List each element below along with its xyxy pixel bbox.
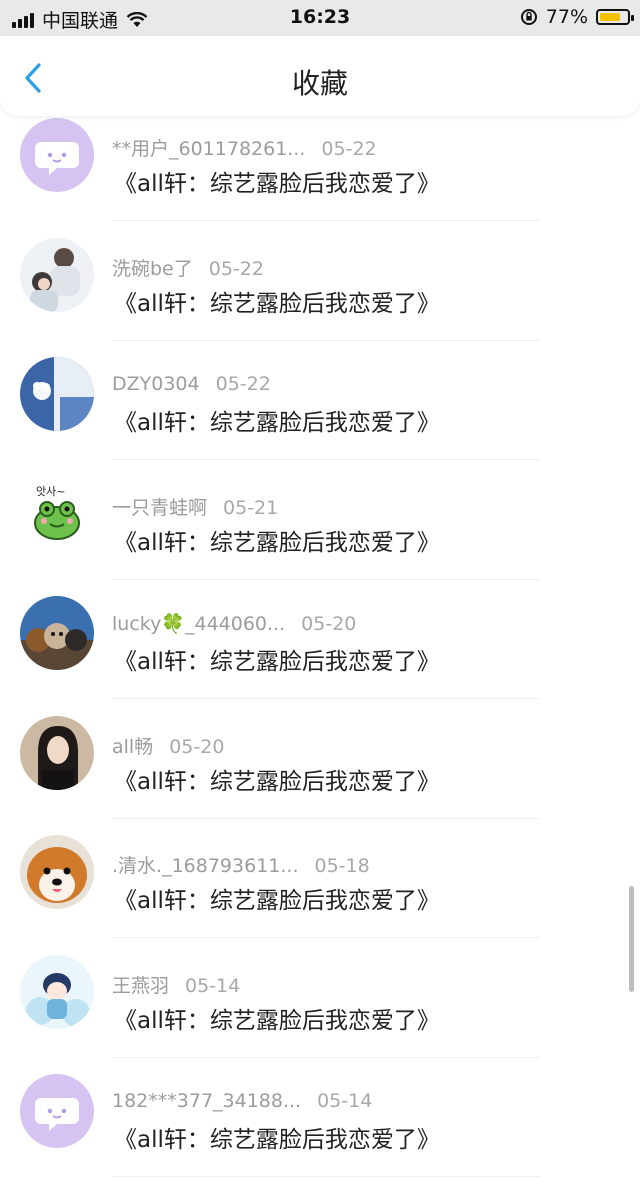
date-label: 05-22	[215, 373, 271, 395]
list-item[interactable]: lucky🍀_444060... 05-20 《all轩：综艺露脸后我恋爱了》	[0, 594, 640, 714]
favorite-list: **用户_601178261... 05-22 《all轩：综艺露脸后我恋爱了》 洗碗…	[0, 96, 640, 1177]
date-label: 05-18	[314, 855, 370, 877]
book-title[interactable]: 《all轩：综艺露脸后我恋爱了》	[114, 284, 440, 318]
book-title[interactable]: 《all轩：综艺露脸后我恋爱了》	[114, 1120, 440, 1154]
username[interactable]: 182***377_34188...	[112, 1090, 301, 1112]
item-meta: 王燕羽 05-14	[112, 971, 240, 998]
book-title[interactable]: 《all轩：综艺露脸后我恋爱了》	[114, 1001, 440, 1035]
username[interactable]: 洗碗be了	[112, 258, 193, 280]
book-title[interactable]: 《all轩：综艺露脸后我恋爱了》	[114, 403, 440, 437]
nav-bar: 收藏	[0, 36, 640, 116]
divider	[112, 698, 540, 699]
date-label: 05-22	[321, 138, 377, 160]
date-label: 05-20	[301, 613, 357, 635]
status-right: 77%	[520, 6, 634, 28]
item-meta: DZY0304 05-22	[112, 373, 271, 395]
list-item[interactable]: DZY0304 05-22 《all轩：综艺露脸后我恋爱了》	[0, 355, 640, 475]
avatar[interactable]	[20, 954, 94, 1029]
status-bar: 中国联通 16:23 77%	[0, 0, 640, 36]
item-meta: 洗碗be了 05-22	[112, 254, 264, 281]
list-item[interactable]: 洗碗be了 05-22 《all轩：综艺露脸后我恋爱了》	[0, 236, 640, 356]
divider	[112, 937, 540, 938]
date-label: 05-20	[169, 735, 225, 758]
book-title[interactable]: 《all轩：综艺露脸后我恋爱了》	[114, 523, 440, 557]
list-item[interactable]: all畅 05-20 《all轩：综艺露脸后我恋爱了》	[0, 714, 640, 834]
divider	[112, 1176, 540, 1177]
list-item[interactable]: **用户_601178261... 05-22 《all轩：综艺露脸后我恋爱了》	[0, 116, 640, 236]
username[interactable]: **用户_601178261...	[112, 138, 305, 160]
list-item[interactable]: 王燕羽 05-14 《all轩：综艺露脸后我恋爱了》	[0, 953, 640, 1073]
list-item[interactable]: 앗사~ 一只青蛙啊 05-21 《all轩：综艺露脸后我恋爱了》	[0, 475, 640, 595]
page-title: 收藏	[291, 67, 348, 100]
divider	[112, 817, 540, 819]
default-avatar-icon[interactable]	[20, 1074, 94, 1148]
item-meta: all畅 05-20	[112, 732, 224, 759]
username[interactable]: all畅	[112, 736, 153, 758]
avatar[interactable]	[20, 715, 94, 790]
date-label: 05-14	[185, 974, 241, 997]
book-title[interactable]: 《all轩：综艺露脸后我恋爱了》	[114, 642, 440, 676]
date-label: 05-14	[317, 1090, 373, 1112]
username[interactable]: 王燕羽	[112, 975, 169, 997]
avatar[interactable]	[20, 357, 94, 431]
item-meta: 一只青蛙啊 05-21	[112, 493, 278, 520]
date-label: 05-22	[208, 257, 264, 280]
username[interactable]: DZY0304	[112, 373, 200, 395]
book-title[interactable]: 《all轩：综艺露脸后我恋爱了》	[114, 881, 440, 915]
avatar[interactable]	[20, 835, 94, 909]
scrollbar[interactable]	[629, 886, 634, 992]
avatar[interactable]	[20, 237, 94, 312]
username[interactable]: .清水._168793611...	[112, 855, 299, 877]
username[interactable]: lucky🍀_444060...	[112, 613, 285, 635]
book-title[interactable]: 《all轩：综艺露脸后我恋爱了》	[114, 164, 440, 198]
divider	[112, 339, 540, 341]
username[interactable]: 一只青蛙啊	[112, 497, 207, 519]
avatar[interactable]: 앗사~	[20, 476, 94, 551]
date-label: 05-21	[223, 496, 279, 519]
divider	[112, 220, 540, 221]
divider	[112, 1056, 540, 1058]
book-title[interactable]: 《all轩：综艺露脸后我恋爱了》	[114, 762, 440, 796]
list-item[interactable]: .清水._168793611... 05-18 《all轩：综艺露脸后我恋爱了》	[0, 833, 640, 953]
avatar[interactable]	[20, 596, 94, 670]
item-meta: lucky🍀_444060... 05-20	[112, 612, 356, 635]
battery-percent: 77%	[545, 6, 588, 28]
default-avatar-icon[interactable]	[20, 118, 94, 192]
svg-text:앗사~: 앗사~	[36, 485, 65, 498]
item-meta: 182***377_34188... 05-14	[112, 1090, 372, 1112]
divider	[112, 459, 540, 460]
list-item[interactable]: 182***377_34188... 05-14 《all轩：综艺露脸后我恋爱了》	[0, 1072, 640, 1192]
item-meta: .清水._168793611... 05-18	[112, 851, 370, 878]
item-meta: **用户_601178261... 05-22	[112, 134, 377, 161]
orientation-lock-icon	[520, 9, 537, 25]
battery-icon	[596, 9, 634, 25]
divider	[112, 578, 540, 580]
